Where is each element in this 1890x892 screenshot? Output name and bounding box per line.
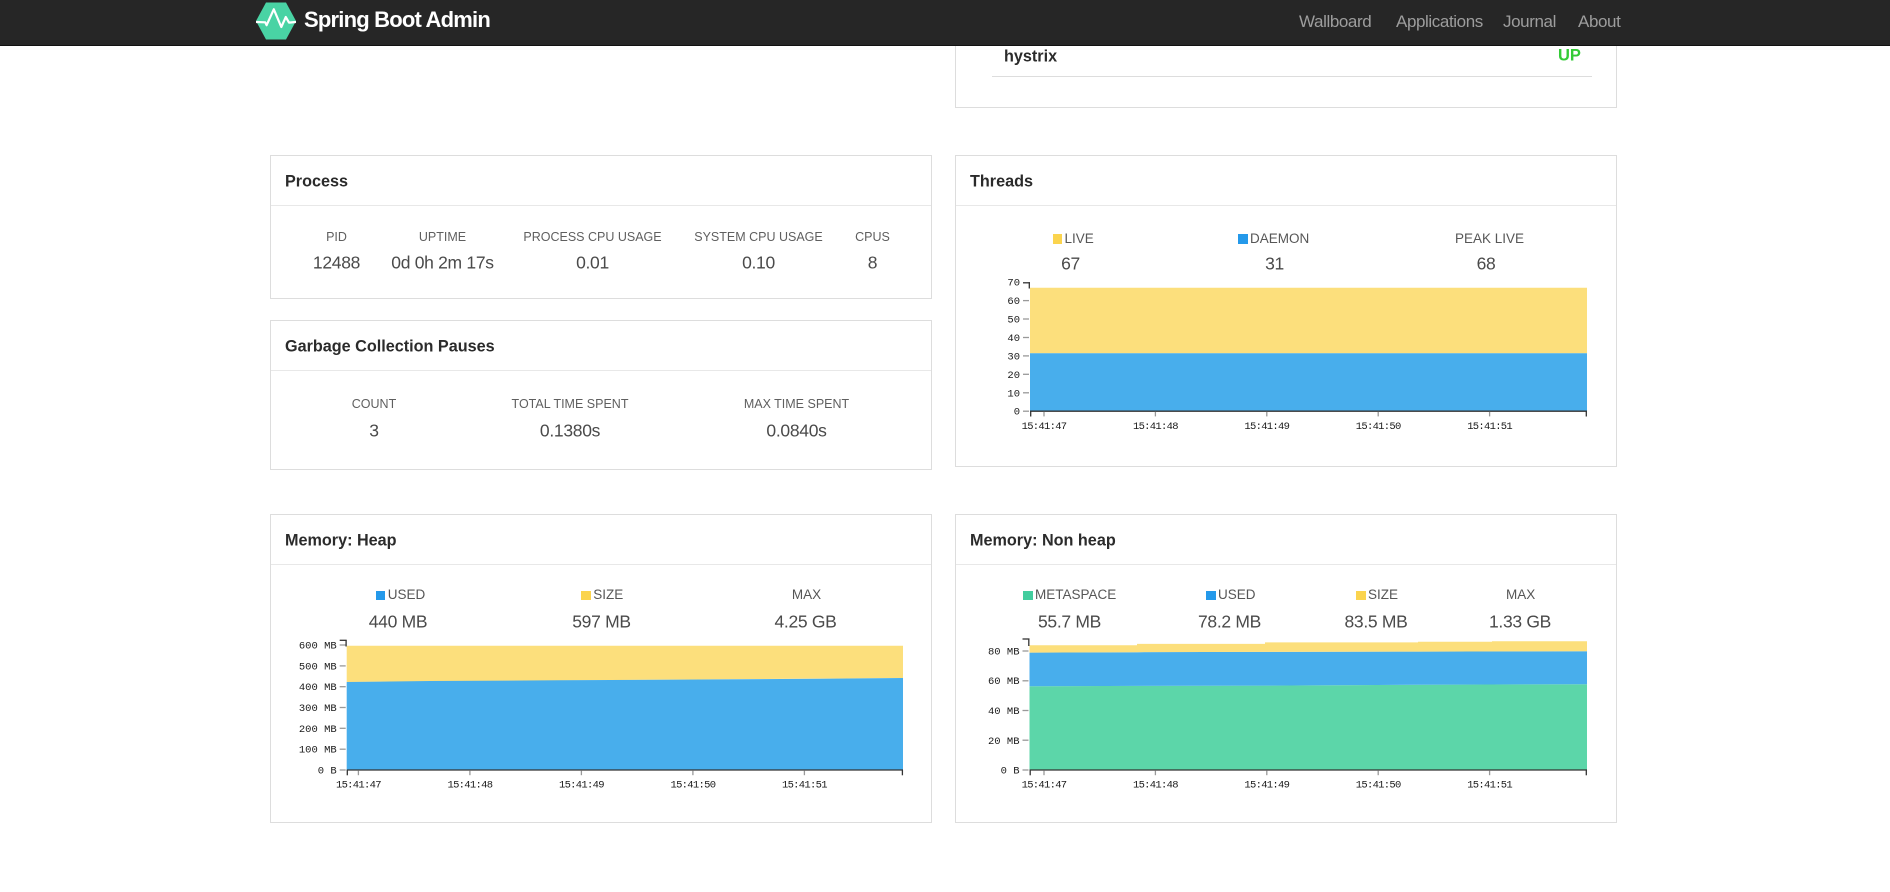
svg-text:15:41:48: 15:41:48 (447, 779, 492, 791)
svg-text:15:41:48: 15:41:48 (1133, 779, 1178, 791)
svg-text:300 MB: 300 MB (299, 703, 337, 715)
svg-text:200 MB: 200 MB (299, 724, 337, 736)
svg-text:100 MB: 100 MB (299, 745, 337, 757)
svg-text:40 MB: 40 MB (988, 706, 1020, 718)
svg-text:15:41:49: 15:41:49 (1244, 779, 1289, 791)
svg-text:15:41:47: 15:41:47 (1022, 779, 1067, 791)
svg-text:20: 20 (1007, 370, 1020, 382)
svg-text:15:41:51: 15:41:51 (1467, 779, 1512, 791)
svg-text:15:41:51: 15:41:51 (782, 779, 827, 791)
svg-text:15:41:47: 15:41:47 (1022, 421, 1067, 433)
svg-text:60: 60 (1007, 296, 1020, 308)
svg-text:20 MB: 20 MB (988, 736, 1020, 748)
svg-text:15:41:49: 15:41:49 (559, 779, 604, 791)
svg-text:15:41:50: 15:41:50 (670, 779, 715, 791)
svg-text:50: 50 (1007, 315, 1020, 327)
svg-text:0: 0 (1014, 407, 1020, 419)
svg-text:15:41:47: 15:41:47 (336, 779, 381, 791)
svg-text:40: 40 (1007, 333, 1020, 345)
svg-text:400 MB: 400 MB (299, 682, 337, 694)
svg-text:0 B: 0 B (318, 766, 337, 778)
svg-text:30: 30 (1007, 351, 1020, 363)
svg-text:15:41:50: 15:41:50 (1356, 779, 1401, 791)
svg-text:600 MB: 600 MB (299, 641, 337, 653)
svg-text:70: 70 (1007, 278, 1020, 290)
svg-text:10: 10 (1007, 388, 1020, 400)
svg-text:15:41:51: 15:41:51 (1467, 421, 1512, 433)
svg-text:15:41:50: 15:41:50 (1356, 421, 1401, 433)
svg-text:500 MB: 500 MB (299, 661, 337, 673)
svg-text:0 B: 0 B (1001, 766, 1020, 778)
svg-text:80 MB: 80 MB (988, 647, 1020, 659)
svg-text:60 MB: 60 MB (988, 676, 1020, 688)
svg-text:15:41:48: 15:41:48 (1133, 421, 1178, 433)
svg-text:15:41:49: 15:41:49 (1244, 421, 1289, 433)
